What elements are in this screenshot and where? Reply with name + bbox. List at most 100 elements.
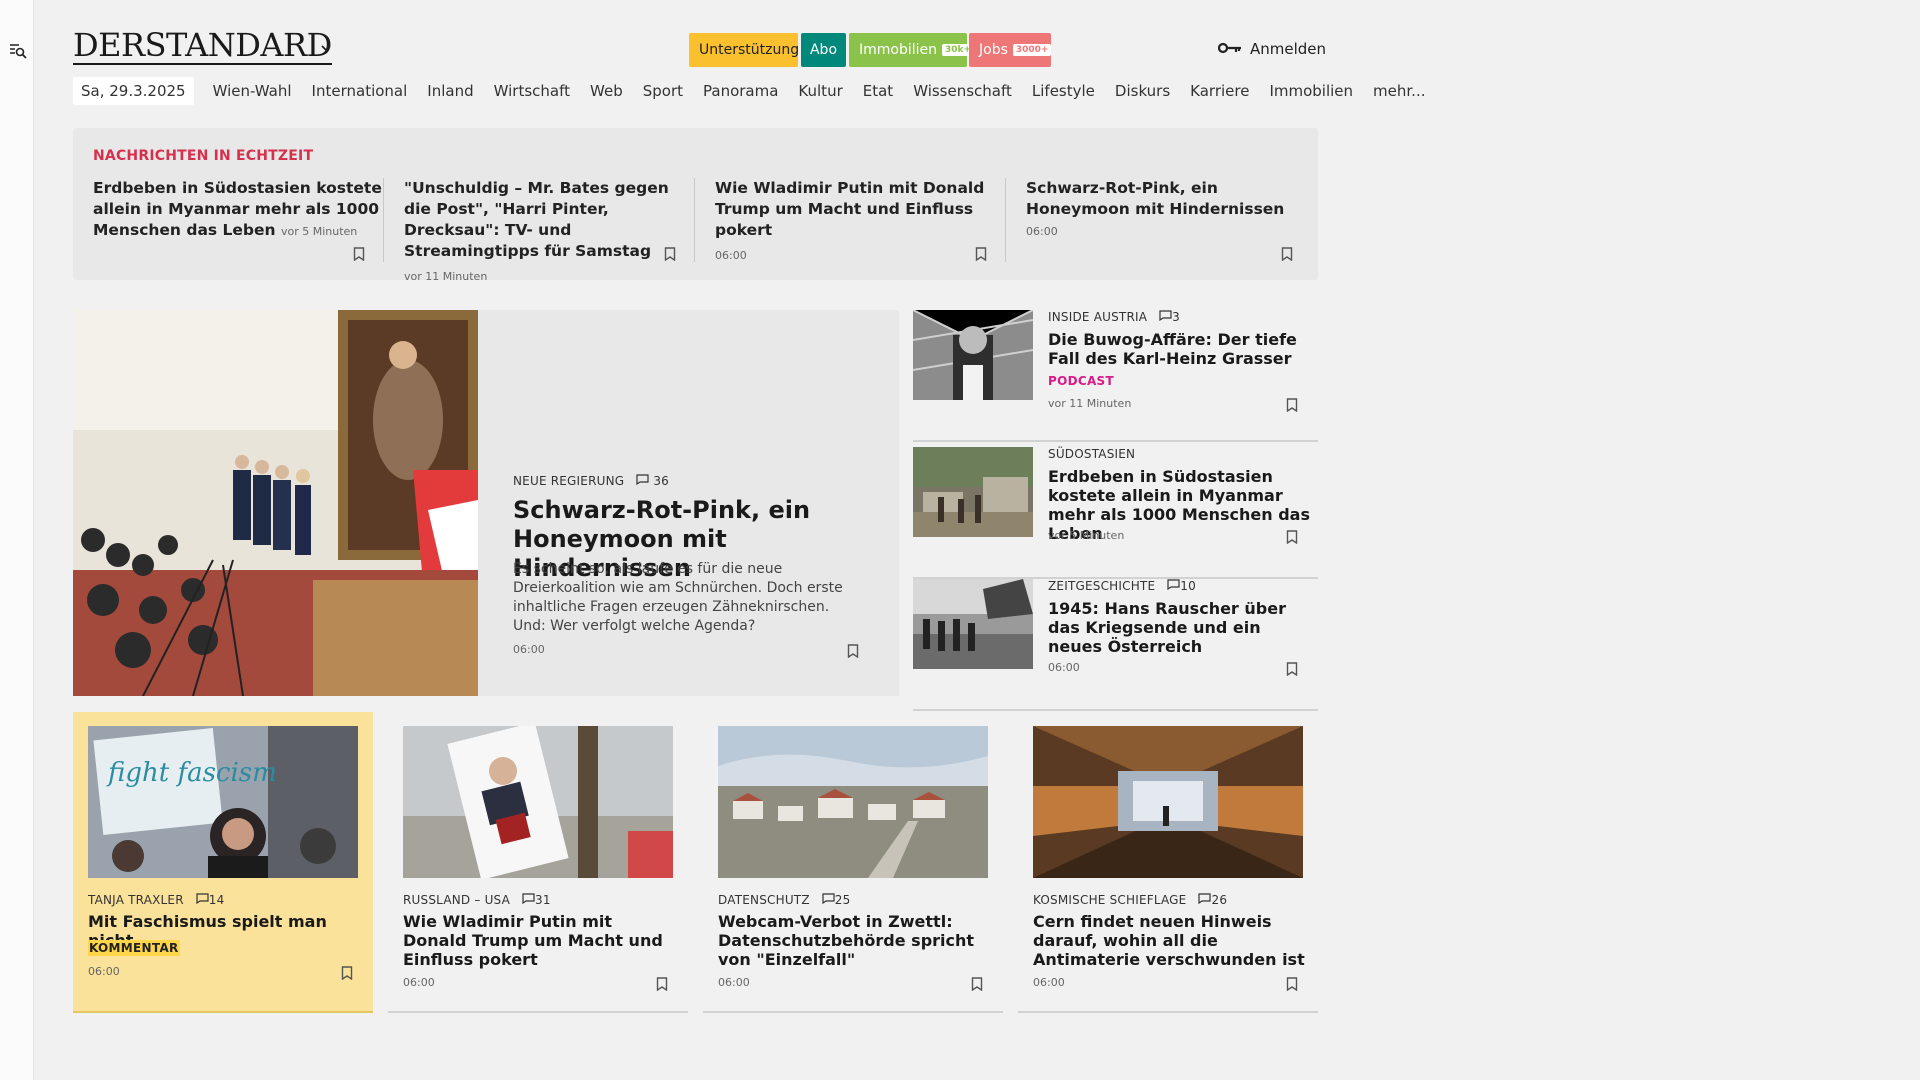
comment-count[interactable]: 26: [1211, 893, 1227, 907]
lead-teaser: Es scheint so, als laufe es für die neue…: [513, 561, 843, 634]
kommentar-tag: KOMMENTAR: [88, 940, 180, 956]
side-title[interactable]: Die Buwog-Affäre: Der tiefe Fall des Kar…: [1048, 330, 1313, 368]
nav-item-wirtschaft[interactable]: Wirtschaft: [494, 82, 570, 100]
card-kicker: RUSSLAND – USA 31: [403, 893, 551, 907]
nav-item-sport[interactable]: Sport: [643, 82, 683, 100]
jobs-badge: 3000+: [1012, 44, 1052, 56]
comment-count[interactable]: 3: [1172, 310, 1180, 324]
bookmark-icon[interactable]: [1286, 529, 1298, 545]
ticker-divider: [1005, 178, 1006, 262]
nav-item-diskurs[interactable]: Diskurs: [1115, 82, 1170, 100]
lead-section[interactable]: NEUE REGIERUNG: [513, 474, 624, 488]
search-menu-icon[interactable]: [9, 42, 27, 60]
nav-item-kultur[interactable]: Kultur: [798, 82, 842, 100]
nav-item-more[interactable]: mehr...: [1373, 82, 1425, 100]
opinion-card[interactable]: fight fascism TANJA TRAXLER 14 Mit Fasch…: [73, 712, 373, 1013]
immobilien-button[interactable]: Immobilien 30k+: [849, 33, 975, 67]
ticker-time: 06:00: [1026, 225, 1058, 238]
comment-icon: [1167, 579, 1180, 593]
side-time: 06:00: [1048, 661, 1080, 674]
bookmark-icon[interactable]: [975, 246, 987, 262]
comment-count[interactable]: 14: [209, 893, 225, 907]
bookmark-icon[interactable]: [1286, 661, 1298, 677]
comment-count[interactable]: 10: [1180, 579, 1196, 593]
nav-item-immobilien[interactable]: Immobilien: [1269, 82, 1353, 100]
card-time: 06:00: [403, 976, 435, 989]
nav-date: Sa, 29.3.2025: [73, 77, 194, 105]
ticker-item[interactable]: Wie Wladimir Putin mit Donald Trump um M…: [715, 178, 1005, 266]
side-story-image[interactable]: [913, 579, 1033, 669]
side-time: vor 5 Minuten: [1048, 529, 1125, 542]
card-section[interactable]: KOSMISCHE SCHIEFLAGE: [1033, 893, 1186, 907]
bookmark-icon[interactable]: [971, 976, 983, 992]
chevron-down-icon[interactable]: [318, 40, 334, 56]
immobilien-label: Immobilien: [859, 42, 938, 58]
ticker-item[interactable]: Schwarz-Rot-Pink, ein Honeymoon mit Hind…: [1026, 178, 1316, 242]
bookmark-icon[interactable]: [1286, 397, 1298, 413]
support-button[interactable]: Unterstützung: [689, 33, 799, 67]
side-section[interactable]: INSIDE AUSTRIA: [1048, 310, 1147, 324]
comment-icon: [636, 474, 649, 488]
card-section[interactable]: RUSSLAND – USA: [403, 893, 510, 907]
side-title[interactable]: 1945: Hans Rauscher über das Kriegsende …: [1048, 599, 1313, 656]
login-button[interactable]: Anmelden: [1217, 40, 1326, 58]
card-title[interactable]: Wie Wladimir Putin mit Donald Trump um M…: [403, 912, 678, 969]
key-icon: [1217, 40, 1242, 58]
nav-item-wissenschaft[interactable]: Wissenschaft: [913, 82, 1012, 100]
card-author[interactable]: TANJA TRAXLER: [88, 893, 184, 907]
card-image[interactable]: [403, 726, 673, 878]
side-kicker[interactable]: SÜDOSTASIEN: [1048, 447, 1135, 461]
ticker-item[interactable]: Erdbeben in Südostasien kostete allein i…: [93, 178, 383, 242]
jobs-button[interactable]: Jobs 3000+: [969, 33, 1052, 67]
article-card[interactable]: DATENSCHUTZ 25 Webcam-Verbot in Zwettl: …: [703, 712, 1003, 1013]
ticker-title: NACHRICHTEN IN ECHTZEIT: [93, 148, 314, 164]
nav-item-panorama[interactable]: Panorama: [703, 82, 778, 100]
card-kicker: KOSMISCHE SCHIEFLAGE 26: [1033, 893, 1227, 907]
article-card[interactable]: KOSMISCHE SCHIEFLAGE 26 Cern findet neue…: [1018, 712, 1318, 1013]
ticker-item[interactable]: "Unschuldig – Mr. Bates gegen die Post",…: [404, 178, 694, 287]
comment-count[interactable]: 36: [653, 474, 669, 488]
article-card[interactable]: RUSSLAND – USA 31 Wie Wladimir Putin mit…: [388, 712, 688, 1013]
nav-item-wien-wahl[interactable]: Wien-Wahl: [213, 82, 292, 100]
side-story-image[interactable]: [913, 447, 1033, 537]
comment-icon: [822, 893, 835, 907]
ticker-time: 06:00: [715, 249, 747, 262]
comment-icon: [196, 893, 209, 907]
podcast-tag: PODCAST: [1048, 374, 1114, 388]
side-story[interactable]: INSIDE AUSTRIA 3 Die Buwog-Affäre: Der t…: [913, 310, 1318, 442]
card-title[interactable]: Cern findet neuen Hinweis darauf, wohin …: [1033, 912, 1308, 969]
jobs-label: Jobs: [979, 42, 1008, 58]
card-title[interactable]: Webcam-Verbot in Zwettl: Datenschutzbehö…: [718, 912, 993, 969]
bookmark-icon[interactable]: [656, 976, 668, 992]
card-image[interactable]: fight fascism: [88, 726, 358, 878]
nav-item-etat[interactable]: Etat: [863, 82, 893, 100]
lead-story-image[interactable]: [73, 310, 478, 696]
nav-item-inland[interactable]: Inland: [427, 82, 473, 100]
nav-item-web[interactable]: Web: [590, 82, 623, 100]
lead-story[interactable]: NEUE REGIERUNG 36 Schwarz-Rot-Pink, ein …: [73, 310, 899, 696]
ticker-headline: Schwarz-Rot-Pink, ein Honeymoon mit Hind…: [1026, 179, 1285, 218]
comment-icon: [522, 893, 535, 907]
bookmark-icon[interactable]: [1286, 976, 1298, 992]
nav-item-international[interactable]: International: [312, 82, 408, 100]
side-section[interactable]: ZEITGESCHICHTE: [1048, 579, 1155, 593]
abo-button[interactable]: Abo: [801, 33, 846, 67]
side-story[interactable]: ZEITGESCHICHTE 10 1945: Hans Rauscher üb…: [913, 579, 1318, 711]
bookmark-icon[interactable]: [847, 643, 859, 659]
card-section[interactable]: DATENSCHUTZ: [718, 893, 810, 907]
card-image[interactable]: [1033, 726, 1303, 878]
bookmark-icon[interactable]: [664, 246, 676, 262]
comment-count[interactable]: 25: [835, 893, 851, 907]
bookmark-icon[interactable]: [353, 246, 365, 262]
nav-item-karriere[interactable]: Karriere: [1190, 82, 1249, 100]
nav-item-lifestyle[interactable]: Lifestyle: [1032, 82, 1095, 100]
bookmark-icon[interactable]: [1281, 246, 1293, 262]
bookmark-icon[interactable]: [341, 965, 353, 981]
side-story-image[interactable]: [913, 310, 1033, 400]
comment-count[interactable]: 31: [535, 893, 551, 907]
lead-kicker: NEUE REGIERUNG 36: [513, 474, 669, 488]
card-image[interactable]: [718, 726, 988, 878]
side-story[interactable]: SÜDOSTASIEN Erdbeben in Südostasien kost…: [913, 447, 1318, 579]
site-logo[interactable]: DERSTANDARD: [73, 28, 332, 65]
comment-icon: [1159, 310, 1172, 324]
